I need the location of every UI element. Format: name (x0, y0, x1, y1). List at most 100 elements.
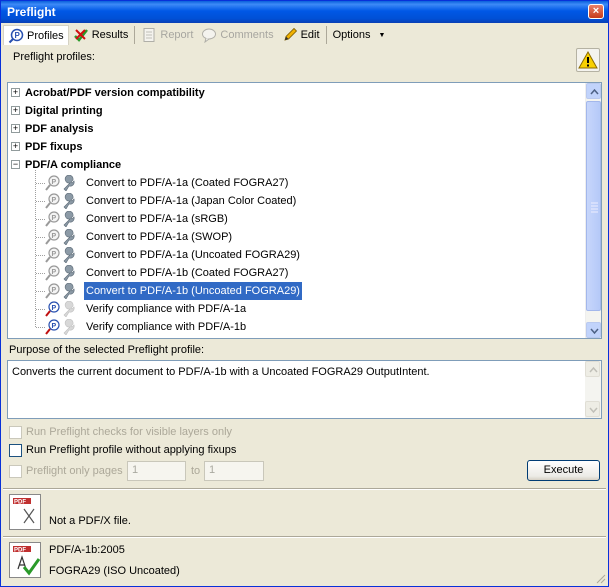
title-bar[interactable]: Preflight × (1, 1, 608, 23)
divider (3, 489, 606, 490)
fixup-profile-icon: P (45, 265, 75, 281)
tree-category[interactable]: + PDF fixups (8, 138, 588, 156)
chevron-down-icon: ▼ (378, 31, 386, 39)
only-pages-checkbox[interactable] (9, 464, 22, 478)
results-icon (73, 29, 88, 42)
tree-item[interactable]: P Verify compliance with PDF/A-1a (44, 300, 344, 318)
results-button[interactable]: Results (69, 25, 133, 45)
tree-category[interactable]: + Digital printing (8, 102, 588, 120)
tree-category-label: Acrobat/PDF version compatibility (25, 87, 205, 99)
scroll-thumb[interactable] (586, 101, 601, 311)
pdfx-status-text: Not a PDF/X file. (49, 515, 131, 527)
fixup-profile-icon: P (45, 283, 75, 299)
tree-item[interactable]: P Convert to PDF/A-1a (Uncoated FOGRA29) (44, 246, 344, 264)
tree-item[interactable]: P Convert to PDF/A-1a (sRGB) (44, 210, 344, 228)
purpose-heading: Purpose of the selected Preflight profil… (9, 344, 205, 356)
visible-layers-checkbox[interactable] (9, 425, 22, 439)
purpose-scroll-up[interactable] (585, 361, 600, 377)
svg-text:P: P (52, 251, 57, 258)
only-pages-label: Preflight only pages (26, 465, 123, 477)
tree-item-label: Convert to PDF/A-1a (Japan Color Coated) (86, 195, 297, 207)
svg-text:P: P (52, 233, 57, 240)
visible-layers-option[interactable]: Run Preflight checks for visible layers … (9, 424, 232, 440)
options-menu[interactable]: Options ▼ (329, 25, 390, 45)
svg-text:P: P (52, 305, 57, 312)
to-page-input[interactable]: 1 (204, 461, 264, 481)
report-button[interactable]: Report (137, 25, 197, 45)
expand-icon[interactable]: + (11, 142, 20, 151)
toolbar-separator (325, 26, 327, 44)
expand-icon[interactable]: + (11, 88, 20, 97)
expand-icon[interactable]: + (11, 106, 20, 115)
expand-icon[interactable]: + (11, 124, 20, 133)
window-title: Preflight (7, 5, 56, 19)
without-fixups-option[interactable]: Run Preflight profile without applying f… (9, 442, 236, 458)
tree-category[interactable]: + Acrobat/PDF version compatibility (8, 84, 588, 102)
profiles-label: Profiles (27, 29, 64, 42)
resize-grip-icon[interactable] (594, 572, 606, 584)
visible-layers-label: Run Preflight checks for visible layers … (26, 426, 233, 438)
close-icon: × (592, 5, 600, 17)
warning-icon (578, 50, 598, 69)
grip-icon (591, 202, 598, 213)
tree-category[interactable]: − PDF/A compliance (8, 156, 588, 174)
fixup-profile-icon: P (45, 193, 75, 209)
svg-text:P: P (52, 179, 57, 186)
close-button[interactable]: × (588, 4, 604, 19)
tree-item[interactable]: P Convert to PDF/A-1a (Japan Color Coate… (44, 192, 344, 210)
profiles-icon: P (8, 28, 24, 43)
pencil-icon (284, 27, 297, 41)
divider (3, 537, 606, 538)
without-fixups-checkbox[interactable] (9, 443, 22, 457)
comments-button[interactable]: Comments (197, 25, 277, 45)
pdfa-badge-text: PDF (14, 548, 26, 554)
tree-item-label: Verify compliance with PDF/A-1b (86, 321, 247, 333)
pdfa-status-icon: PDF (9, 542, 41, 578)
profiles-heading: Preflight profiles: (13, 51, 95, 63)
tree-category-label: PDF analysis (25, 123, 94, 135)
profiles-tab[interactable]: P Profiles (3, 25, 69, 45)
collapse-icon[interactable]: − (11, 160, 20, 169)
scroll-up-button[interactable] (586, 83, 601, 99)
comments-icon (202, 28, 217, 43)
svg-text:P: P (52, 197, 57, 204)
tree-category[interactable]: + PDF analysis (8, 120, 588, 138)
purpose-text-area[interactable]: Converts the current document to PDF/A-1… (7, 360, 602, 419)
tree-item-label: Convert to PDF/A-1a (Coated FOGRA27) (86, 177, 289, 189)
tree-category-label: PDF/A compliance (25, 159, 122, 171)
toolbar: P Profiles Results Report Comments Edit … (3, 24, 606, 46)
tree-item-label: Convert to PDF/A-1b (Uncoated FOGRA29) (84, 282, 302, 300)
svg-text:P: P (52, 323, 57, 330)
comments-label: Comments (220, 29, 274, 41)
tree-category-label: Digital printing (25, 105, 103, 117)
purpose-scrollbar[interactable] (585, 361, 601, 418)
fixup-profile-icon: P (45, 211, 75, 227)
warning-button[interactable] (576, 48, 600, 72)
fixup-profile-icon: P (45, 175, 75, 191)
tree-item[interactable]: P Convert to PDF/A-1b (Coated FOGRA27) (44, 264, 344, 282)
tree-item[interactable]: P Convert to PDF/A-1b (Uncoated FOGRA29) (44, 282, 344, 300)
chevron-down-icon (590, 328, 599, 335)
from-page-input[interactable]: 1 (127, 461, 186, 481)
svg-text:P: P (15, 31, 21, 40)
fixup-profile-icon: P (45, 229, 75, 245)
edit-button[interactable]: Edit (278, 25, 324, 45)
scroll-down-button[interactable] (586, 322, 601, 338)
purpose-text: Converts the current document to PDF/A-1… (12, 366, 430, 378)
tree-item[interactable]: P Convert to PDF/A-1a (Coated FOGRA27) (44, 174, 344, 192)
execute-button[interactable]: Execute (527, 460, 600, 481)
document-icon: PDF (13, 498, 35, 524)
tree-scrollbar[interactable] (585, 83, 601, 338)
report-icon (143, 28, 155, 42)
tree-item[interactable]: P Convert to PDF/A-1a (SWOP) (44, 228, 344, 246)
only-pages-option[interactable]: Preflight only pages (9, 463, 123, 479)
edit-label: Edit (300, 29, 320, 41)
tree-item-label: Convert to PDF/A-1b (Coated FOGRA27) (86, 267, 289, 279)
tree-item[interactable]: P Verify compliance with PDF/A-1b (44, 318, 344, 336)
tree-connector (35, 170, 36, 327)
svg-text:P: P (52, 287, 57, 294)
purpose-scroll-down[interactable] (585, 401, 600, 417)
preflight-window: Preflight × P Profiles Results Report Co… (0, 0, 609, 587)
report-label: Report (160, 29, 194, 41)
chevron-down-icon (589, 407, 598, 414)
